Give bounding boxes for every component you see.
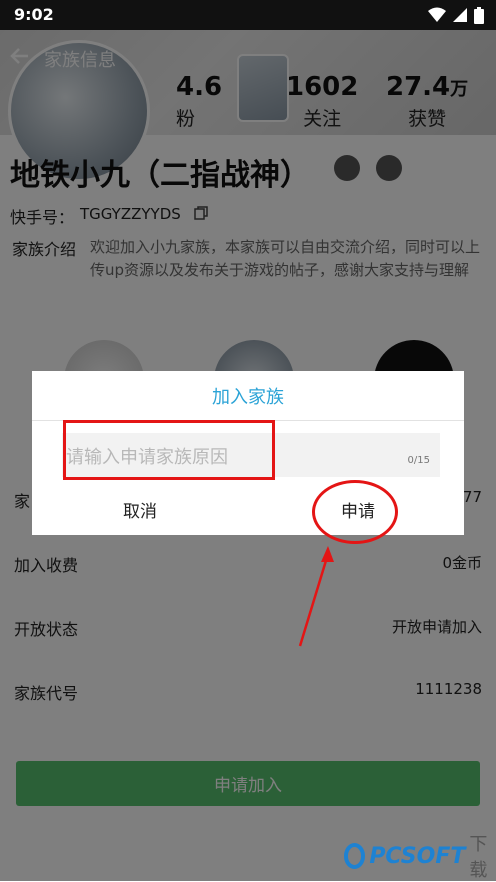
cancel-button[interactable]: 取消 — [92, 497, 188, 527]
watermark-text: PCSOFT — [369, 843, 466, 869]
status-icons — [428, 6, 484, 24]
status-time: 9:02 — [14, 5, 54, 24]
dialog-title: 加入家族 — [212, 387, 284, 408]
watermark-logo-icon — [344, 843, 366, 869]
annotation-highlight-ellipse — [312, 480, 398, 544]
signal-icon — [453, 8, 467, 22]
reason-input-counter: 0/15 — [407, 455, 430, 466]
watermark: PCSOFT 下载 — [344, 834, 496, 881]
watermark-suffix: 下载 — [469, 834, 488, 881]
battery-icon — [474, 6, 484, 24]
annotation-highlight-box — [63, 420, 275, 480]
annotation-arrow-icon — [298, 546, 334, 647]
wifi-icon — [428, 7, 446, 22]
status-bar: 9:02 — [0, 0, 496, 30]
